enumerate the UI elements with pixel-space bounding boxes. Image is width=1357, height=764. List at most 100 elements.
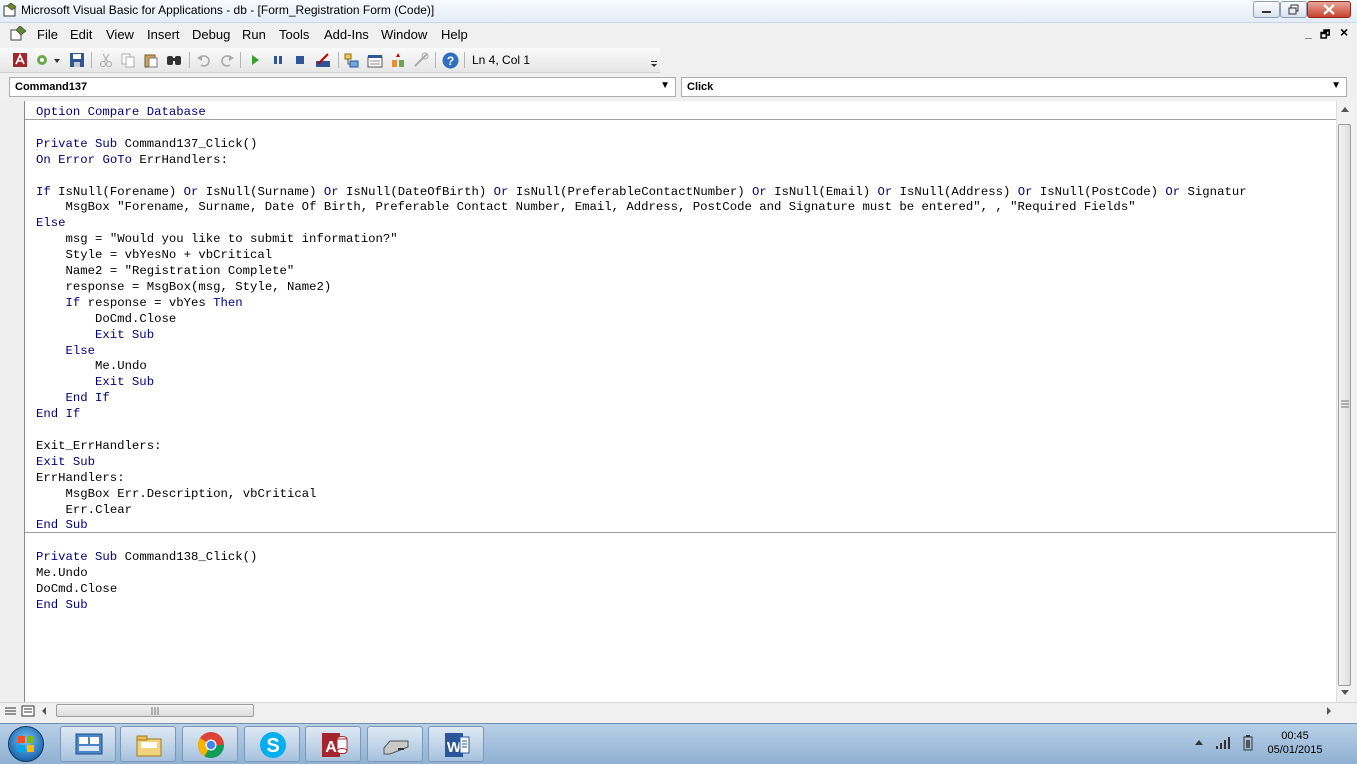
menu-debug[interactable]: Debug: [192, 27, 230, 42]
toolbar-separator: [435, 52, 436, 68]
access-icon[interactable]: [12, 52, 28, 68]
object-combo[interactable]: Command137 ▼: [9, 77, 676, 97]
svg-text:A: A: [325, 739, 337, 756]
scroll-right-icon[interactable]: [1325, 706, 1333, 716]
code-line[interactable]: Private Sub Command138_Click(): [36, 549, 257, 565]
procedure-combo[interactable]: Click ▼: [681, 77, 1347, 97]
menu-insert[interactable]: Insert: [147, 27, 180, 42]
battery-icon[interactable]: [1242, 735, 1254, 751]
vertical-scroll-thumb[interactable]: [1338, 124, 1351, 686]
properties-icon[interactable]: [367, 52, 383, 68]
code-line[interactable]: If response = vbYes Then: [36, 295, 243, 311]
save-icon[interactable]: [69, 52, 85, 68]
object-browser-icon[interactable]: [390, 52, 406, 68]
code-line[interactable]: End Sub: [36, 517, 88, 533]
code-line[interactable]: response = MsgBox(msg, Style, Name2): [36, 279, 332, 295]
reset-icon[interactable]: [292, 52, 308, 68]
help-icon[interactable]: ?: [442, 52, 459, 69]
taskbar-file-manager[interactable]: [120, 726, 176, 762]
code-line[interactable]: End If: [36, 406, 80, 422]
taskbar-skype[interactable]: S: [244, 726, 300, 762]
signal-strength-icon[interactable]: [1215, 736, 1233, 750]
code-line[interactable]: Err.Clear: [36, 502, 132, 518]
windows-explorer-icon: [75, 733, 103, 755]
minimize-button[interactable]: [1253, 1, 1280, 18]
code-line[interactable]: Exit Sub: [36, 327, 154, 343]
code-line[interactable]: If IsNull(Forename) Or IsNull(Surname) O…: [36, 184, 1247, 200]
scroll-up-icon[interactable]: [1340, 105, 1350, 113]
clock-date: 05/01/2015: [1267, 744, 1323, 756]
grip-icon: [151, 707, 159, 715]
maximize-button[interactable]: [1280, 1, 1307, 18]
vba-menu-icon[interactable]: [10, 26, 28, 42]
break-icon[interactable]: [270, 52, 286, 68]
taskbar-access[interactable]: A: [305, 726, 361, 762]
copy-icon[interactable]: [120, 52, 136, 68]
code-line[interactable]: MsgBox "Forename, Surname, Date Of Birth…: [36, 199, 1136, 215]
svg-text:?: ?: [447, 54, 454, 68]
procedure-view-icon[interactable]: [4, 705, 18, 717]
code-line[interactable]: Exit Sub: [36, 374, 154, 390]
code-line[interactable]: Name2 = "Registration Complete": [36, 263, 295, 279]
code-line[interactable]: Me.Undo: [36, 565, 88, 581]
code-line[interactable]: End If: [36, 390, 110, 406]
code-line[interactable]: End Sub: [36, 597, 88, 613]
close-button[interactable]: [1307, 1, 1351, 18]
menu-window[interactable]: Window: [381, 27, 427, 42]
redo-icon[interactable]: [219, 52, 235, 68]
paste-icon[interactable]: [143, 52, 159, 68]
design-mode-icon[interactable]: [315, 52, 331, 68]
project-explorer-icon[interactable]: [344, 52, 360, 68]
code-line[interactable]: Exit_ErrHandlers:: [36, 438, 161, 454]
word-icon: W: [445, 733, 470, 757]
toolbar-overflow-icon[interactable]: [649, 50, 659, 70]
chevron-down-icon[interactable]: ▼: [1331, 80, 1341, 91]
close-icon: [1323, 4, 1335, 15]
code-line[interactable]: Else: [36, 343, 96, 359]
taskbar-windows-explorer[interactable]: [60, 726, 116, 762]
code-line[interactable]: On Error GoTo ErrHandlers:: [36, 152, 228, 168]
code-line[interactable]: DoCmd.Close: [36, 311, 176, 327]
menu-file[interactable]: File: [37, 27, 58, 42]
mdi-minimize-button[interactable]: _: [1305, 26, 1312, 40]
menu-run[interactable]: Run: [242, 27, 266, 42]
code-line[interactable]: Option Compare Database: [36, 104, 206, 120]
code-line[interactable]: Me.Undo: [36, 358, 147, 374]
taskbar-drive[interactable]: [367, 726, 423, 762]
tray-overflow-icon[interactable]: [1194, 738, 1204, 746]
code-line[interactable]: Else: [36, 215, 66, 231]
menu-add-ins[interactable]: Add-Ins: [324, 27, 369, 42]
chevron-down-icon[interactable]: ▼: [660, 80, 670, 91]
code-line[interactable]: msg = "Would you like to submit informat…: [36, 231, 398, 247]
horizontal-scroll-thumb[interactable]: [56, 704, 254, 717]
menu-tools[interactable]: Tools: [279, 27, 309, 42]
scroll-left-icon[interactable]: [40, 706, 48, 716]
code-line[interactable]: MsgBox Err.Description, vbCritical: [36, 486, 317, 502]
full-module-view-icon[interactable]: [21, 705, 35, 717]
taskbar-chrome[interactable]: [182, 726, 238, 762]
code-editor[interactable]: Option Compare Database Private Sub Comma…: [25, 101, 1336, 702]
code-line[interactable]: ErrHandlers:: [36, 470, 125, 486]
find-icon[interactable]: [166, 52, 182, 68]
code-line[interactable]: Private Sub Command137_Click(): [36, 136, 257, 152]
menu-edit[interactable]: Edit: [70, 27, 92, 42]
code-line[interactable]: DoCmd.Close: [36, 581, 117, 597]
insert-module-icon[interactable]: [35, 52, 61, 68]
start-button[interactable]: [8, 726, 44, 762]
mdi-close-button[interactable]: ×: [1340, 24, 1348, 40]
run-icon[interactable]: [247, 52, 263, 68]
code-line[interactable]: Exit Sub: [36, 454, 95, 470]
menu-help[interactable]: Help: [441, 27, 468, 42]
taskbar-word[interactable]: W: [428, 726, 484, 762]
system-clock[interactable]: 00:45 05/01/2015: [1262, 729, 1328, 757]
menu-view[interactable]: View: [106, 27, 134, 42]
vba-app-icon[interactable]: [3, 3, 18, 18]
cut-icon[interactable]: [98, 52, 114, 68]
scroll-down-icon[interactable]: [1340, 689, 1350, 697]
code-line[interactable]: Style = vbYesNo + vbCritical: [36, 247, 273, 263]
skype-icon: S: [260, 732, 286, 758]
mdi-restore-button[interactable]: 🗗: [1320, 26, 1330, 45]
margin-indicator-bar[interactable]: [0, 101, 25, 702]
toolbox-icon[interactable]: [413, 52, 429, 68]
undo-icon[interactable]: [196, 52, 212, 68]
